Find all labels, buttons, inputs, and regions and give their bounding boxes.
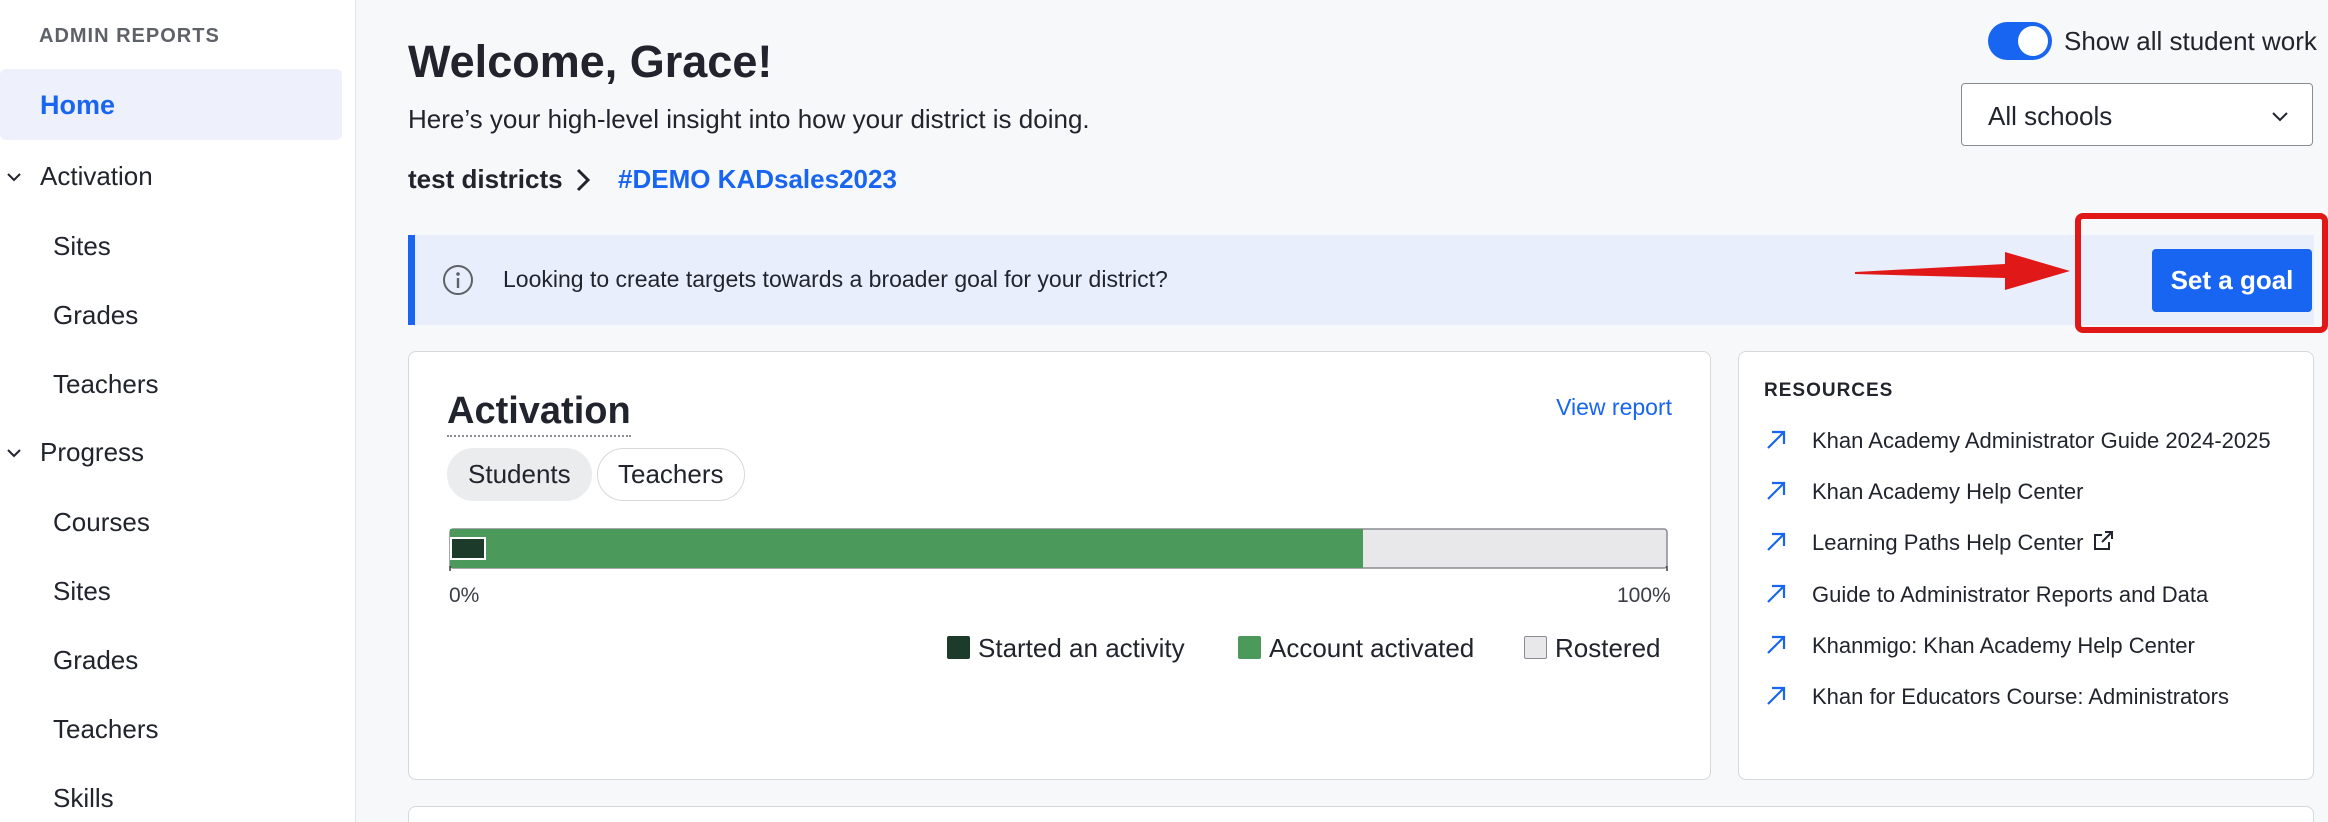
sidebar-item-progress-courses[interactable]: Courses [53, 507, 150, 538]
bar-account-activated [450, 529, 1363, 568]
show-all-work-toggle[interactable] [1988, 22, 2052, 60]
resources-heading: RESOURCES [1764, 380, 1894, 401]
sidebar-item-activation-teachers[interactable]: Teachers [53, 369, 159, 400]
chevron-down-icon [7, 449, 21, 458]
legend-rostered: Rostered [1524, 633, 1661, 664]
annotation-highlight-box [2075, 213, 2328, 333]
resource-link[interactable]: Khanmigo: Khan Academy Help Center [1764, 633, 2195, 659]
sidebar: ADMIN REPORTS Home Activation Sites Grad… [0, 0, 356, 822]
legend-swatch-activated [1238, 636, 1261, 659]
resource-link-label: Khan Academy Help Center [1812, 479, 2084, 504]
bar-min-label: 0% [449, 584, 480, 607]
legend-label: Started an activity [978, 633, 1185, 663]
resource-link[interactable]: Khan Academy Help Center [1764, 479, 2084, 505]
school-select[interactable]: All schools [1961, 83, 2313, 146]
resource-link-label: Khan for Educators Course: Administrator… [1812, 684, 2229, 709]
legend-started: Started an activity [947, 633, 1185, 664]
external-link-icon [2093, 531, 2113, 550]
sidebar-item-activation-sites[interactable]: Sites [53, 231, 111, 262]
school-select-value: All schools [1988, 101, 2113, 131]
arrow-up-right-icon [1767, 584, 1786, 603]
page-subtitle: Here’s your high-level insight into how … [408, 104, 1090, 134]
legend-label: Account activated [1269, 633, 1475, 663]
info-icon [443, 265, 473, 295]
goal-banner-text: Looking to create targets towards a broa… [503, 266, 1168, 292]
arrow-up-right-icon [1767, 430, 1786, 449]
bar-max-label: 100% [1617, 584, 1671, 607]
resource-link-label: Guide to Administrator Reports and Data [1812, 582, 2209, 607]
sidebar-header: ADMIN REPORTS [39, 25, 220, 47]
resource-link-label: Khanmigo: Khan Academy Help Center [1812, 633, 2195, 658]
arrow-up-right-icon [1767, 635, 1786, 654]
bar-started-activity [450, 537, 486, 560]
resource-link[interactable]: Khan Academy Administrator Guide 2024-20… [1764, 428, 2271, 454]
next-card [408, 806, 2314, 822]
sidebar-item-activation-grades[interactable]: Grades [53, 300, 138, 331]
resource-link[interactable]: Khan for Educators Course: Administrator… [1764, 684, 2229, 710]
breadcrumb-current[interactable]: #DEMO KADsales2023 [618, 164, 897, 195]
chevron-down-icon [2272, 112, 2288, 122]
sidebar-group-label: Progress [40, 437, 145, 467]
sidebar-item-progress-skills[interactable]: Skills [53, 783, 114, 814]
resources-card: RESOURCES Khan Academy Administrator Gui… [1738, 351, 2314, 780]
sidebar-item-progress-sites[interactable]: Sites [53, 576, 111, 607]
tab-students[interactable]: Students [447, 448, 592, 501]
legend-activated: Account activated [1238, 633, 1474, 664]
activation-card: Activation View report Students Teachers… [408, 351, 1711, 780]
tab-teachers[interactable]: Teachers [597, 448, 745, 501]
sidebar-item-progress-teachers[interactable]: Teachers [53, 714, 159, 745]
sidebar-item-home[interactable]: Home [0, 69, 342, 140]
arrow-up-right-icon [1767, 532, 1786, 551]
activation-progress-bar [449, 528, 1668, 571]
show-all-work-label: Show all student work [2064, 26, 2317, 56]
arrow-up-right-icon [1767, 686, 1786, 705]
activation-title: Activation [447, 390, 631, 437]
legend-swatch-started [947, 636, 970, 659]
legend-swatch-rostered [1524, 636, 1547, 659]
breadcrumb-district[interactable]: test districts [408, 164, 563, 195]
annotation-arrow-icon [1855, 252, 2070, 290]
page-title: Welcome, Grace! [408, 36, 773, 87]
resource-link[interactable]: Learning Paths Help Center [1764, 530, 2114, 556]
view-report-link[interactable]: View report [1556, 394, 1672, 421]
chevron-down-icon [7, 173, 21, 182]
resource-link-label: Learning Paths Help Center [1812, 530, 2084, 555]
resource-link[interactable]: Guide to Administrator Reports and Data [1764, 582, 2208, 608]
arrow-up-right-icon [1767, 481, 1786, 500]
sidebar-group-label: Activation [40, 161, 153, 191]
sidebar-item-home-label: Home [40, 90, 116, 120]
toggle-knob [2018, 26, 2048, 56]
legend-label: Rostered [1555, 633, 1661, 663]
chevron-right-icon [576, 168, 591, 192]
resource-link-label: Khan Academy Administrator Guide 2024-20… [1812, 428, 2271, 453]
sidebar-item-progress-grades[interactable]: Grades [53, 645, 138, 676]
